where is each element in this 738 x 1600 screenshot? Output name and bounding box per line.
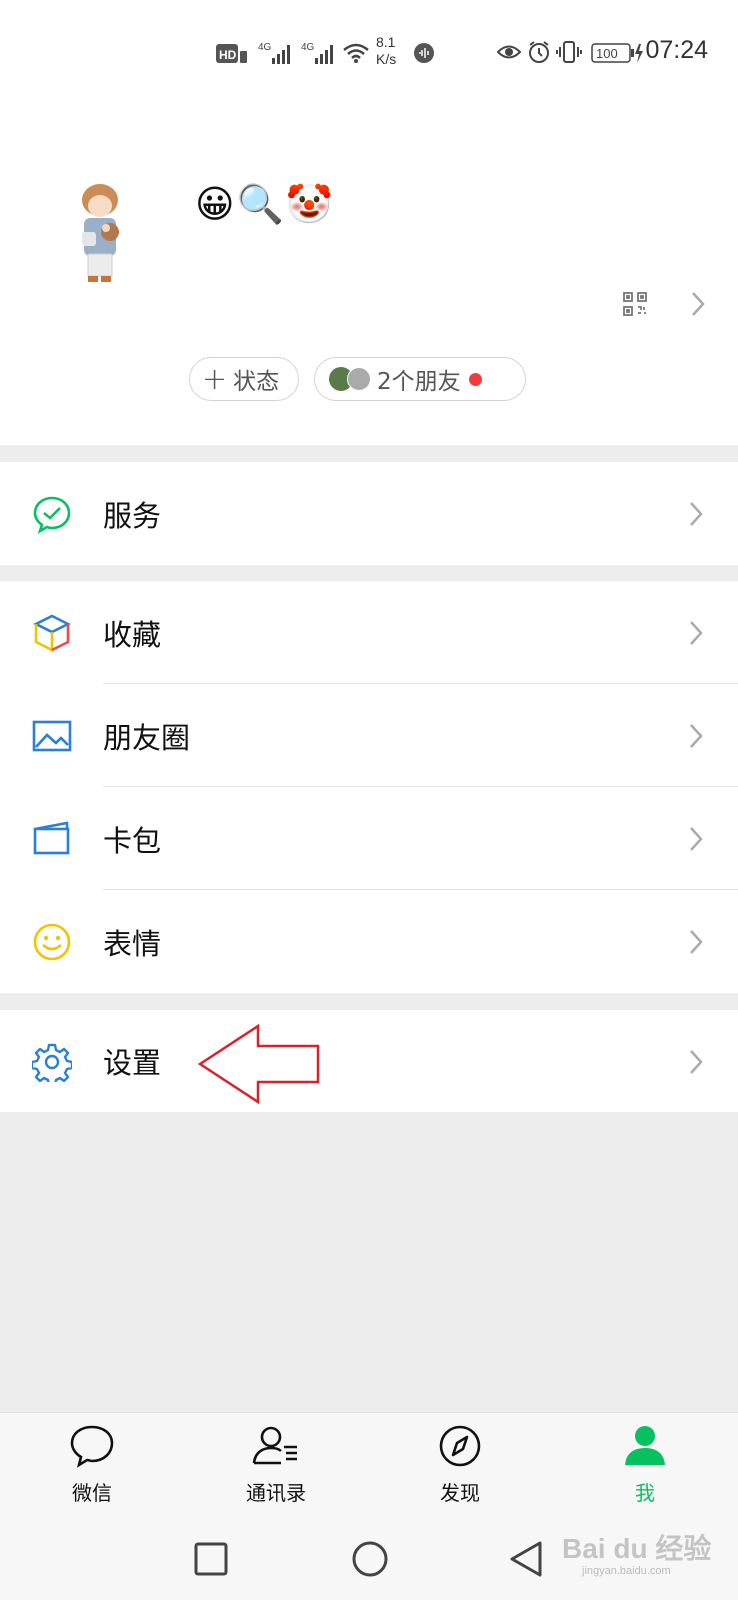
vibrate-icon <box>556 40 582 68</box>
status-bar: HD 4G 4G 8.1 K/s 100 07:24 <box>0 0 738 110</box>
friends-label: 2个朋友 <box>377 369 461 395</box>
watermark-brand: Bai du 经验 <box>562 1533 712 1564</box>
menu-item-moments[interactable]: 朋友圈 <box>0 684 738 787</box>
friends-status-button[interactable]: 2个朋友 <box>314 357 526 401</box>
avatar[interactable] <box>70 182 138 292</box>
tab-me-label: 我 <box>635 1481 655 1505</box>
menu-item-favorites[interactable]: 收藏 <box>0 581 738 684</box>
cell-signal-1-icon: 4G <box>258 40 296 70</box>
chevron-right-icon <box>688 1048 704 1080</box>
tab-discover-label: 发现 <box>440 1481 480 1505</box>
svg-text:100: 100 <box>596 46 618 61</box>
chevron-right-icon <box>688 500 704 532</box>
moments-label: 朋友圈 <box>103 720 191 755</box>
home-circle-icon[interactable] <box>351 1540 389 1582</box>
services-group: 服务 <box>0 462 738 565</box>
qr-code-icon[interactable] <box>623 292 647 320</box>
compass-icon <box>439 1425 481 1467</box>
profile-chevron-icon <box>690 290 706 322</box>
cards-wallet-icon <box>32 819 72 859</box>
plus-icon: + <box>202 361 228 397</box>
menu-item-cards[interactable]: 卡包 <box>0 787 738 890</box>
stickers-label: 表情 <box>103 926 162 961</box>
features-group: 收藏 朋友圈 卡包 表情 <box>0 581 738 993</box>
chat-bubble-icon <box>70 1425 114 1468</box>
wifi-icon <box>342 42 370 68</box>
services-label: 服务 <box>103 498 162 533</box>
smiley-icon <box>32 922 72 962</box>
annotation-arrow <box>197 1023 320 1108</box>
nickname-emojis: 😀🔍🤡 <box>195 182 336 226</box>
eye-icon <box>496 43 522 65</box>
tab-chats[interactable]: 微信 <box>37 1423 147 1506</box>
clock-time: 07:24 <box>645 36 708 64</box>
favorites-label: 收藏 <box>103 617 162 652</box>
moments-image-icon <box>32 716 72 756</box>
tab-contacts[interactable]: 通讯录 <box>221 1423 331 1506</box>
battery-icon: 100 <box>591 42 645 68</box>
tab-chats-label: 微信 <box>72 1481 112 1505</box>
gear-icon <box>30 1042 74 1087</box>
watermark-url: jingyan.baidu.com <box>582 1565 671 1577</box>
network-speed: 8.1 K/s <box>376 34 397 67</box>
services-icon <box>32 494 72 534</box>
settings-group: 设置 <box>0 1010 738 1112</box>
audio-icon <box>413 42 435 68</box>
settings-label: 设置 <box>103 1046 162 1080</box>
chevron-right-icon <box>688 619 704 651</box>
svg-text:HD: HD <box>219 48 237 62</box>
menu-item-stickers[interactable]: 表情 <box>0 890 738 993</box>
svg-text:4G: 4G <box>301 42 315 53</box>
status-label: 状态 <box>233 369 280 395</box>
tab-me[interactable]: 我 <box>590 1423 700 1506</box>
profile-header[interactable]: 😀🔍🤡 + 状态 2个朋友 <box>0 110 738 445</box>
menu-item-settings[interactable]: 设置 <box>0 1010 738 1112</box>
back-triangle-icon[interactable] <box>508 1540 544 1582</box>
friend-avatar <box>347 367 371 391</box>
contacts-icon <box>252 1426 297 1465</box>
add-status-button[interactable]: + 状态 <box>189 357 299 401</box>
person-icon <box>625 1426 665 1465</box>
recents-square-icon[interactable] <box>194 1542 228 1580</box>
chevron-right-icon <box>688 928 704 960</box>
cards-label: 卡包 <box>103 823 162 858</box>
bottom-tab-bar: 微信 通讯录 发现 我 <box>0 1412 738 1522</box>
svg-text:4G: 4G <box>258 42 272 53</box>
cell-signal-2-icon: 4G <box>301 40 339 70</box>
chevron-right-icon <box>688 825 704 857</box>
chevron-right-icon <box>688 722 704 754</box>
hd-icon: HD <box>216 44 248 68</box>
watermark: Bai du 经验 jingyan.baidu.com <box>562 1527 711 1577</box>
favorites-cube-icon <box>32 613 72 653</box>
tab-discover[interactable]: 发现 <box>405 1423 515 1506</box>
alarm-icon <box>527 40 551 68</box>
menu-item-services[interactable]: 服务 <box>0 462 738 565</box>
tab-contacts-label: 通讯录 <box>246 1481 306 1505</box>
unread-dot <box>468 372 482 386</box>
